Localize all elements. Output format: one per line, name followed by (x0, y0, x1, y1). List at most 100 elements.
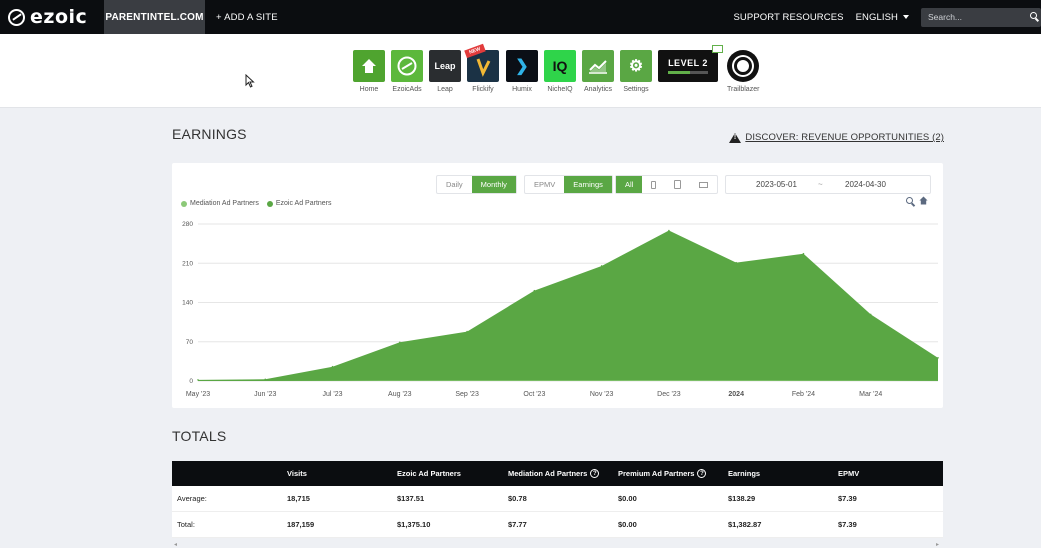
app-leap[interactable]: Leap Leap (429, 50, 461, 93)
x-tick-label: Mar '24 (859, 391, 882, 398)
app-label: EzoicAds (392, 86, 422, 93)
help-icon[interactable]: ? (590, 469, 600, 478)
site-tab[interactable]: PARENTINTEL.COM (104, 0, 205, 34)
flickify-icon: NEW (464, 43, 499, 82)
table-cell: $0.78 (508, 494, 527, 503)
x-tick-label: Aug '23 (388, 391, 412, 398)
series-area-ezoic-ad-partners[interactable] (198, 230, 938, 381)
column-header-label: Mediation Ad Partners (508, 469, 588, 478)
app-label: Settings (623, 86, 649, 93)
support-resources-link[interactable]: SUPPORT RESOURCES (733, 12, 843, 23)
column-header-label: EPMV (838, 469, 860, 478)
language-label: ENGLISH (855, 11, 898, 23)
earnings-area-chart: 0 70 140 210 280 May '23 Jun '23 Jul '23 Aug '23… (182, 221, 939, 398)
app-label: Flickify (472, 86, 494, 93)
top-navbar: ezoic PARENTINTEL.COM + ADD A SITE SUPPO… (0, 0, 1041, 34)
table-cell: $1,375.10 (397, 520, 431, 529)
data-point[interactable] (197, 379, 199, 381)
table-cell: $1,382.87 (728, 520, 762, 529)
row-label: Average: (177, 494, 207, 503)
level-box: LEVEL 2 (658, 45, 723, 82)
x-tick-label: Nov '23 (590, 391, 614, 398)
row-label: Total: (177, 520, 195, 529)
table-row: Average: 18,715 $137.51 $0.78 $0.00 $138.29 $7… (172, 486, 943, 512)
app-label: Trailblazer (727, 86, 760, 93)
app-home[interactable]: Home (353, 50, 385, 93)
search-icon[interactable] (1030, 12, 1037, 20)
app-analytics[interactable]: Analytics (582, 50, 614, 93)
humix-icon: ❯ (506, 50, 538, 82)
table-cell: $7.39 (838, 494, 857, 503)
data-point[interactable] (668, 229, 670, 232)
data-point[interactable] (735, 261, 737, 264)
app-label: Home (359, 86, 379, 93)
totals-title: TOTALS (172, 428, 227, 444)
x-tick-label: 2024 (728, 391, 744, 398)
earnings-title: EARNINGS (172, 126, 247, 142)
x-tick-label: Jul '23 (323, 391, 343, 398)
nav-right: SUPPORT RESOURCES ENGLISH (733, 0, 1041, 34)
app-nicheiq[interactable]: IQ NicheIQ (544, 50, 576, 93)
y-tick-label: 210 (182, 260, 193, 267)
app-label: Humix (512, 86, 532, 93)
help-icon[interactable]: ? (697, 469, 707, 478)
app-settings[interactable]: ⚙ Settings (620, 50, 652, 93)
nicheiq-icon: IQ (544, 50, 576, 82)
app-trailblazer[interactable]: Trailblazer (727, 50, 759, 93)
app-ezoicads[interactable]: EzoicAds (391, 50, 423, 93)
data-point[interactable] (869, 313, 872, 316)
level-progress-fill (668, 71, 690, 74)
data-point[interactable] (937, 357, 939, 359)
data-point[interactable] (331, 365, 334, 368)
app-flickify[interactable]: NEW Flickify (464, 43, 499, 93)
scroll-right-icon[interactable]: ▸ (936, 541, 939, 548)
column-header[interactable]: Earnings (728, 461, 760, 486)
y-tick-label: 0 (189, 378, 193, 385)
column-header[interactable]: EPMV (838, 461, 859, 486)
data-point[interactable] (802, 252, 805, 255)
y-tick-label: 140 (182, 300, 193, 307)
x-tick-label: Feb '24 (792, 391, 815, 398)
data-point[interactable] (399, 341, 401, 344)
table-cell: 18,715 (287, 494, 310, 503)
warning-icon (729, 132, 742, 143)
discover-revenue-link[interactable]: DISCOVER: REVENUE OPPORTUNITIES (2) (729, 132, 944, 143)
table-cell: $137.51 (397, 494, 425, 503)
mouse-cursor-icon (245, 74, 255, 88)
y-tick-label: 280 (182, 221, 193, 228)
x-tick-label: Sep '23 (455, 391, 479, 398)
level-progress-bar (668, 71, 708, 74)
table-cell: 187,159 (287, 520, 315, 529)
logo-text: ezoic (30, 6, 88, 28)
column-header[interactable]: Mediation Ad Partners? (508, 461, 600, 486)
column-header-label: Visits (287, 469, 307, 478)
data-point[interactable] (264, 378, 267, 381)
level-badge[interactable]: LEVEL 2 (658, 45, 723, 82)
data-point[interactable] (466, 330, 468, 333)
discover-text: DISCOVER: REVENUE OPPORTUNITIES (2) (745, 132, 944, 143)
caret-down-icon (903, 15, 909, 19)
column-header-label: Ezoic Ad Partners (397, 469, 461, 478)
app-label: NicheIQ (547, 86, 573, 93)
scroll-left-icon[interactable]: ◂ (174, 541, 177, 548)
x-tick-label: May '23 (186, 391, 210, 398)
x-tick-label: Jun '23 (254, 391, 276, 398)
data-point[interactable] (533, 289, 536, 292)
leap-icon: Leap (429, 50, 461, 82)
data-point[interactable] (600, 265, 603, 267)
column-header[interactable]: Premium Ad Partners? (618, 461, 707, 486)
ezoic-ads-icon (391, 50, 423, 82)
earnings-chart-card: Daily Monthly EPMV Earnings All 2023-05-… (172, 163, 943, 408)
language-dropdown[interactable]: ENGLISH (856, 12, 909, 23)
search-input[interactable] (921, 7, 1041, 27)
mail-icon[interactable] (712, 45, 723, 53)
column-header[interactable]: Visits (287, 461, 307, 486)
add-site-link[interactable]: + ADD A SITE (216, 12, 278, 23)
x-tick-label: Oct '23 (523, 391, 545, 398)
ezoic-logo[interactable]: ezoic (0, 0, 104, 34)
x-tick-label: Dec '23 (657, 391, 681, 398)
app-humix[interactable]: ❯ Humix (506, 50, 538, 93)
table-cell: $7.39 (838, 520, 857, 529)
column-header[interactable]: Ezoic Ad Partners (397, 461, 461, 486)
table-cell: $0.00 (618, 520, 637, 529)
